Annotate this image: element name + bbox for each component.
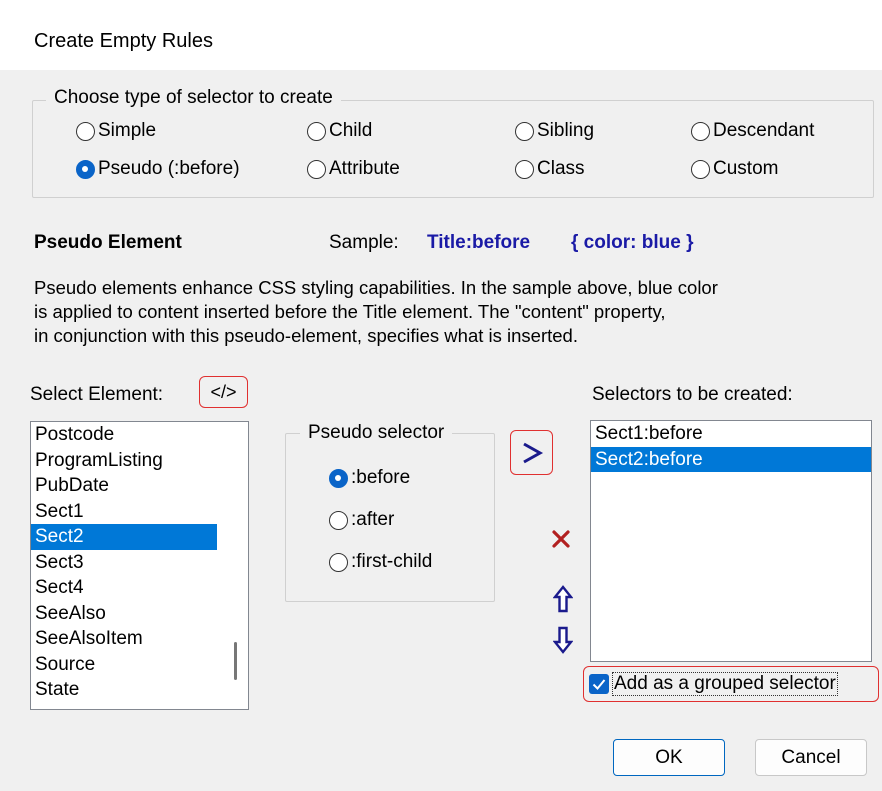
delete-selector-button[interactable] xyxy=(548,526,574,552)
pseudo-element-heading: Pseudo Element xyxy=(34,232,182,253)
code-tag-icon: </> xyxy=(210,381,237,402)
description-line-2: is applied to content inserted before th… xyxy=(34,301,666,322)
list-item[interactable]: Sect4 xyxy=(31,575,217,601)
move-up-button[interactable] xyxy=(552,584,574,614)
radio-label: :first-child xyxy=(351,551,433,572)
selector-type-legend: Choose type of selector to create xyxy=(46,87,341,109)
ok-button[interactable]: OK xyxy=(613,739,725,776)
list-item[interactable]: State xyxy=(31,677,217,703)
list-item[interactable]: SeeAlsoItem xyxy=(31,626,217,652)
description-line-3: in conjunction with this pseudo-element,… xyxy=(34,325,578,346)
element-picker-button[interactable]: </> xyxy=(199,376,248,408)
radio-descendant[interactable]: Descendant xyxy=(691,120,814,142)
sample-label: Sample: xyxy=(329,232,399,253)
element-list-items: Postcode ProgramListing PubDate Sect1 Se… xyxy=(31,422,217,703)
delete-x-icon xyxy=(552,530,570,548)
radio-label: Attribute xyxy=(329,158,400,179)
radio-circle xyxy=(307,121,326,141)
description-line-1: Pseudo elements enhance CSS styling capa… xyxy=(34,277,718,298)
selectors-listbox[interactable]: Sect1:before Sect2:before xyxy=(590,420,872,662)
radio-class[interactable]: Class xyxy=(515,158,585,180)
list-item[interactable]: Postcode xyxy=(31,422,217,448)
radio-before[interactable]: :before xyxy=(329,467,410,489)
radio-label: Class xyxy=(537,158,585,179)
select-element-label: Select Element: xyxy=(30,384,164,405)
radio-circle xyxy=(329,552,348,572)
list-item[interactable]: Sect1 xyxy=(31,499,217,525)
radio-label: :before xyxy=(351,467,411,488)
dialog-body: Choose type of selector to create Simple… xyxy=(0,70,882,791)
sample-rule: { color: blue } xyxy=(571,232,694,253)
radio-sibling[interactable]: Sibling xyxy=(515,120,594,142)
selector-item-selected[interactable]: Sect2:before xyxy=(591,446,871,472)
checkbox-checked xyxy=(589,674,609,694)
radio-pseudo[interactable]: Pseudo (:before) xyxy=(76,158,240,180)
radio-circle xyxy=(307,159,326,179)
radio-label: Descendant xyxy=(713,120,815,141)
radio-after[interactable]: :after xyxy=(329,509,394,531)
grouped-selector-label: Add as a grouped selector xyxy=(612,672,838,696)
radio-custom[interactable]: Custom xyxy=(691,158,778,180)
title-bar: Create Empty Rules xyxy=(0,0,882,70)
list-item-selected[interactable]: Sect2 xyxy=(31,524,217,550)
radio-circle xyxy=(691,159,710,179)
list-item[interactable]: SeeAlso xyxy=(31,601,217,627)
radio-label: :after xyxy=(351,509,395,530)
checkmark-icon xyxy=(592,679,606,690)
list-item[interactable]: ProgramListing xyxy=(31,448,217,474)
radio-circle xyxy=(515,121,534,141)
radio-circle xyxy=(329,510,348,530)
arrow-up-icon xyxy=(553,585,573,613)
sample-selector: Title:before xyxy=(427,232,531,253)
radio-label: Custom xyxy=(713,158,779,179)
radio-child[interactable]: Child xyxy=(307,120,372,142)
add-selector-button[interactable] xyxy=(510,430,553,475)
list-item[interactable]: Source xyxy=(31,652,217,678)
radio-simple[interactable]: Simple xyxy=(76,120,156,142)
radio-circle-checked xyxy=(76,159,95,179)
list-item[interactable]: Sect3 xyxy=(31,550,217,576)
radio-label: Child xyxy=(329,120,373,141)
grouped-selector-checkbox[interactable]: Add as a grouped selector xyxy=(583,666,879,702)
pseudo-selector-legend: Pseudo selector xyxy=(300,422,453,444)
selector-type-group xyxy=(32,100,874,198)
move-down-button[interactable] xyxy=(552,625,574,655)
radio-label: Sibling xyxy=(537,120,595,141)
element-listbox[interactable]: Postcode ProgramListing PubDate Sect1 Se… xyxy=(30,421,249,710)
selector-item[interactable]: Sect1:before xyxy=(591,421,871,447)
radio-attribute[interactable]: Attribute xyxy=(307,158,400,180)
selectors-label: Selectors to be created: xyxy=(592,384,793,405)
radio-circle xyxy=(515,159,534,179)
radio-label: Pseudo (:before) xyxy=(98,158,240,179)
scrollbar-thumb[interactable] xyxy=(234,642,237,680)
window-title: Create Empty Rules xyxy=(34,30,213,52)
chevron-right-icon xyxy=(522,442,543,463)
arrow-down-icon xyxy=(553,626,573,654)
radio-first-child[interactable]: :first-child xyxy=(329,551,432,573)
radio-circle-checked xyxy=(329,468,348,488)
cancel-button[interactable]: Cancel xyxy=(755,739,867,776)
list-item[interactable]: PubDate xyxy=(31,473,217,499)
radio-circle xyxy=(76,121,95,141)
radio-label: Simple xyxy=(98,120,157,141)
radio-circle xyxy=(691,121,710,141)
